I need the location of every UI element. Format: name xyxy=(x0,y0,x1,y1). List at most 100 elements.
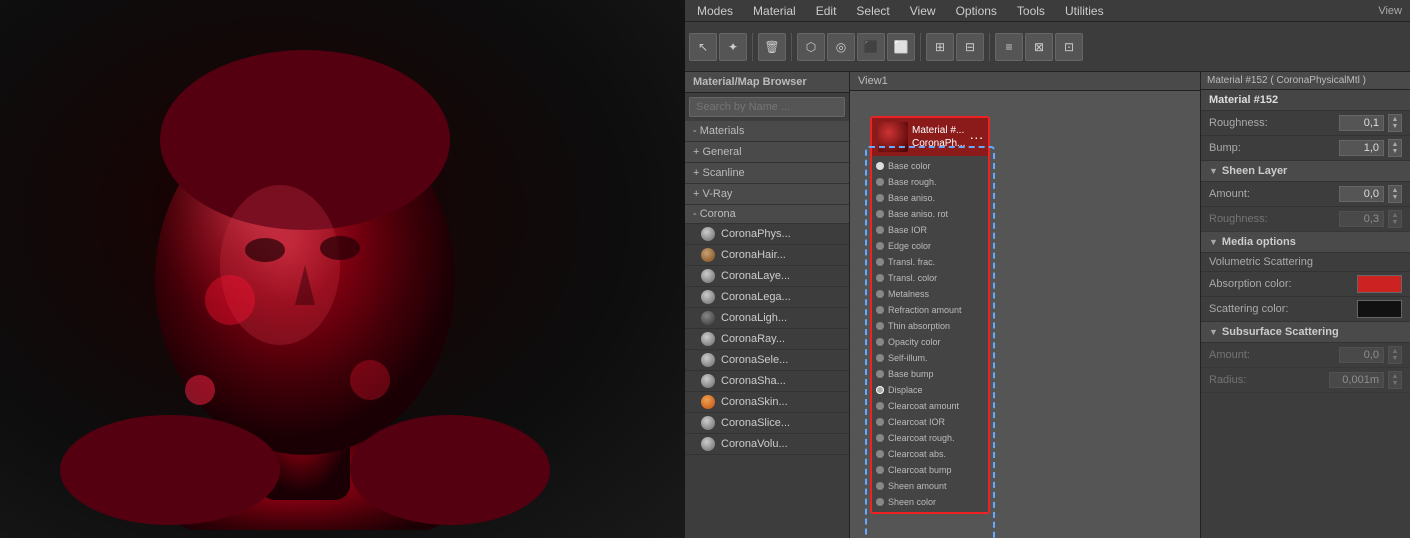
menu-tools[interactable]: Tools xyxy=(1013,2,1049,20)
material-node[interactable]: Material #... CoronaPh... ··· Base color… xyxy=(870,116,990,514)
port-dot[interactable] xyxy=(876,162,884,170)
menu-options[interactable]: Options xyxy=(952,2,1001,20)
spinner-up[interactable]: ▲ xyxy=(1392,348,1399,355)
port-dot[interactable] xyxy=(876,178,884,186)
menu-view[interactable]: View xyxy=(906,2,940,20)
port-dot[interactable] xyxy=(876,322,884,330)
absorption-label: Absorption color: xyxy=(1209,278,1353,290)
port-dot[interactable] xyxy=(876,258,884,266)
port-dot[interactable] xyxy=(876,466,884,474)
tool6[interactable]: ⊟ xyxy=(956,33,984,61)
media-section-header[interactable]: Media options xyxy=(1201,232,1410,253)
tool7[interactable]: ≡ xyxy=(995,33,1023,61)
spinner-up[interactable]: ▲ xyxy=(1392,212,1399,219)
corona-volu-item[interactable]: CoronaVolu... xyxy=(685,434,849,455)
scattering-color-swatch[interactable] xyxy=(1357,300,1402,318)
tool1[interactable]: ⬡ xyxy=(797,33,825,61)
roughness-input[interactable] xyxy=(1339,115,1384,131)
spinner-up[interactable]: ▲ xyxy=(1392,116,1399,123)
tool2[interactable]: ◎ xyxy=(827,33,855,61)
spinner-up[interactable]: ▲ xyxy=(1392,187,1399,194)
mat-node-menu[interactable]: ··· xyxy=(969,129,983,145)
corona-skin-item[interactable]: CoronaSkin... xyxy=(685,392,849,413)
spinner-up[interactable]: ▲ xyxy=(1392,141,1399,148)
port-dot[interactable] xyxy=(876,274,884,282)
corona-sha-item[interactable]: CoronaSha... xyxy=(685,371,849,392)
corona-slice-item[interactable]: CoronaSlice... xyxy=(685,413,849,434)
port-dot[interactable] xyxy=(876,498,884,506)
menu-utilities[interactable]: Utilities xyxy=(1061,2,1108,20)
port-metalness: Metalness xyxy=(872,286,988,302)
port-dot[interactable] xyxy=(876,418,884,426)
sheen-roughness-spinner[interactable]: ▲ ▼ xyxy=(1388,210,1402,228)
menu-select[interactable]: Select xyxy=(852,2,893,20)
corona-sha-ball xyxy=(701,374,715,388)
sheen-roughness-input[interactable] xyxy=(1339,211,1384,227)
sheen-section-header[interactable]: Sheen Layer xyxy=(1201,161,1410,182)
corona-legacy-item[interactable]: CoronaLega... xyxy=(685,287,849,308)
tool3[interactable]: ⬛ xyxy=(857,33,885,61)
tool5[interactable]: ⊞ xyxy=(926,33,954,61)
corona-sele-ball xyxy=(701,353,715,367)
sub-amount-row: Amount: ▲ ▼ xyxy=(1201,343,1410,368)
sub-radius-spinner[interactable]: ▲ ▼ xyxy=(1388,371,1402,389)
port-dot[interactable] xyxy=(876,242,884,250)
bump-spinner[interactable]: ▲ ▼ xyxy=(1388,139,1402,157)
cursor-tool[interactable]: ↖ xyxy=(689,33,717,61)
content-area: Material/Map Browser - Materials + Gener… xyxy=(685,72,1410,538)
port-base-bump: Base bump xyxy=(872,366,988,382)
corona-phys-item[interactable]: CoronaPhys... xyxy=(685,224,849,245)
corona-layer-ball xyxy=(701,269,715,283)
move-tool[interactable]: ✦ xyxy=(719,33,747,61)
corona-ray-item[interactable]: CoronaRay... xyxy=(685,329,849,350)
absorption-color-swatch[interactable] xyxy=(1357,275,1402,293)
port-dot[interactable] xyxy=(876,290,884,298)
port-dot-selected[interactable] xyxy=(876,386,884,394)
spinner-down[interactable]: ▼ xyxy=(1392,380,1399,387)
corona-sele-item[interactable]: CoronaSele... xyxy=(685,350,849,371)
port-dot[interactable] xyxy=(876,354,884,362)
spinner-down[interactable]: ▼ xyxy=(1392,148,1399,155)
tool8[interactable]: ⊠ xyxy=(1025,33,1053,61)
port-dot[interactable] xyxy=(876,226,884,234)
spinner-down[interactable]: ▼ xyxy=(1392,194,1399,201)
menu-modes[interactable]: Modes xyxy=(693,2,737,20)
corona-light-item[interactable]: CoronaLigh... xyxy=(685,308,849,329)
sheen-amount-input[interactable] xyxy=(1339,186,1384,202)
tool9[interactable]: ⊡ xyxy=(1055,33,1083,61)
subsurface-section-header[interactable]: Subsurface Scattering xyxy=(1201,322,1410,343)
port-dot[interactable] xyxy=(876,370,884,378)
sub-radius-row: Radius: ▲ ▼ xyxy=(1201,368,1410,393)
menu-edit[interactable]: Edit xyxy=(812,2,841,20)
roughness-row: Roughness: ▲ ▼ xyxy=(1201,111,1410,136)
port-dot[interactable] xyxy=(876,338,884,346)
sheen-amount-spinner[interactable]: ▲ ▼ xyxy=(1388,185,1402,203)
scanline-category[interactable]: + Scanline xyxy=(685,163,849,184)
corona-layer-item[interactable]: CoronaLaye... xyxy=(685,266,849,287)
roughness-spinner[interactable]: ▲ ▼ xyxy=(1388,114,1402,132)
tool4[interactable]: ⬜ xyxy=(887,33,915,61)
port-dot[interactable] xyxy=(876,210,884,218)
spinner-down[interactable]: ▼ xyxy=(1392,219,1399,226)
delete-tool[interactable]: 🗑 xyxy=(758,33,786,61)
sub-radius-input[interactable] xyxy=(1329,372,1384,388)
port-dot[interactable] xyxy=(876,306,884,314)
port-dot[interactable] xyxy=(876,402,884,410)
port-dot[interactable] xyxy=(876,450,884,458)
materials-category[interactable]: - Materials xyxy=(685,121,849,142)
vray-category[interactable]: + V-Ray xyxy=(685,184,849,205)
spinner-down[interactable]: ▼ xyxy=(1392,123,1399,130)
corona-hair-item[interactable]: CoronaHair... xyxy=(685,245,849,266)
port-dot[interactable] xyxy=(876,482,884,490)
spinner-down[interactable]: ▼ xyxy=(1392,355,1399,362)
port-dot[interactable] xyxy=(876,194,884,202)
general-category[interactable]: + General xyxy=(685,142,849,163)
bump-input[interactable] xyxy=(1339,140,1384,156)
corona-category[interactable]: - Corona xyxy=(685,205,849,224)
spinner-up[interactable]: ▲ xyxy=(1392,373,1399,380)
sub-amount-input[interactable] xyxy=(1339,347,1384,363)
menu-material[interactable]: Material xyxy=(749,2,800,20)
port-dot[interactable] xyxy=(876,434,884,442)
sub-amount-spinner[interactable]: ▲ ▼ xyxy=(1388,346,1402,364)
search-input[interactable] xyxy=(689,97,845,117)
